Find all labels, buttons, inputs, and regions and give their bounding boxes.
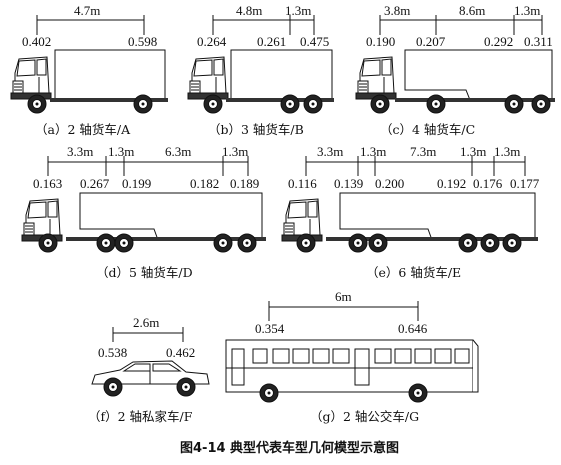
spacing-label: 1.3m bbox=[460, 144, 486, 159]
load-ratio-label: 0.462 bbox=[166, 345, 195, 360]
spacing-label: 4.8m bbox=[236, 3, 262, 18]
spacing-label: 3.3m bbox=[67, 144, 93, 159]
spacing-label: 7.3m bbox=[410, 144, 436, 159]
vehicle-caption: （g）2 轴公交车/G bbox=[310, 409, 419, 424]
vehicle-caption: （b）3 轴货车/B bbox=[208, 122, 304, 137]
load-ratio-label: 0.261 bbox=[257, 34, 286, 49]
load-ratio-label: 0.267 bbox=[80, 176, 110, 191]
spacing-label: 4.7m bbox=[74, 3, 100, 18]
truck-icon bbox=[21, 192, 266, 253]
spacing-label: 6m bbox=[335, 289, 352, 304]
bus-icon bbox=[225, 339, 479, 403]
load-ratio-label: 0.139 bbox=[334, 176, 363, 191]
truck-icon bbox=[10, 49, 168, 114]
vehicle-caption: （c）4 轴货车/C bbox=[380, 122, 475, 137]
load-ratio-label: 0.292 bbox=[484, 34, 513, 49]
spacing-label: 1.3m bbox=[360, 144, 386, 159]
spacing-label: 1.3m bbox=[222, 144, 248, 159]
spacing-label: 3.8m bbox=[384, 3, 410, 18]
load-ratio-label: 0.189 bbox=[230, 176, 259, 191]
vehicle-c: 3.8m 8.6m 1.3m 0.190 0.207 0.292 0.311 （… bbox=[355, 3, 555, 137]
spacing-label: 6.3m bbox=[165, 144, 191, 159]
truck-icon bbox=[187, 49, 334, 114]
vehicle-b: 4.8m 1.3m 0.264 0.261 0.475 （b）3 轴货车/B bbox=[187, 3, 334, 137]
load-ratio-label: 0.402 bbox=[22, 34, 51, 49]
vehicle-caption: （e）6 轴货车/E bbox=[366, 265, 461, 280]
load-ratio-label: 0.116 bbox=[288, 176, 317, 191]
load-ratio-label: 0.182 bbox=[190, 176, 219, 191]
load-ratio-label: 0.646 bbox=[398, 321, 428, 336]
load-ratio-label: 0.598 bbox=[128, 34, 157, 49]
load-ratio-label: 0.207 bbox=[416, 34, 446, 49]
vehicle-caption: （d）5 轴货车/D bbox=[96, 265, 193, 280]
dimension-line-d bbox=[47, 156, 249, 176]
car-icon bbox=[91, 360, 210, 397]
dimension-line-b bbox=[212, 15, 315, 35]
load-ratio-label: 0.311 bbox=[524, 34, 553, 49]
load-ratio-label: 0.192 bbox=[437, 176, 466, 191]
spacing-label: 3.3m bbox=[317, 144, 343, 159]
dimension-line-g bbox=[268, 301, 419, 321]
vehicle-a: 4.7m 0.402 0.598 （a）2 轴货车/A bbox=[10, 3, 168, 137]
spacing-label: 1.3m bbox=[514, 3, 540, 18]
load-ratio-label: 0.264 bbox=[197, 34, 227, 49]
figure: 4.7m 0.402 0.598 （a）2 轴货车/A 4.8m 1.3m 0.… bbox=[0, 0, 561, 465]
vehicle-f: 2.6m 0.538 0.462 （f）2 轴私家车/F bbox=[88, 315, 210, 424]
vehicle-d: 3.3m 1.3m 6.3m 1.3m 0.163 0.267 0.199 0.… bbox=[21, 144, 266, 280]
vehicle-g: 6m 0.354 0.646 （g）2 轴公交车/G bbox=[225, 289, 479, 424]
vehicle-caption: （f）2 轴私家车/F bbox=[88, 409, 193, 424]
spacing-label: 1.3m bbox=[108, 144, 134, 159]
load-ratio-label: 0.199 bbox=[122, 176, 151, 191]
load-ratio-label: 0.176 bbox=[473, 176, 503, 191]
load-ratio-label: 0.475 bbox=[300, 34, 329, 49]
load-ratio-label: 0.538 bbox=[98, 345, 127, 360]
load-ratio-label: 0.163 bbox=[33, 176, 62, 191]
truck-icon bbox=[355, 49, 555, 114]
dimension-line-e bbox=[305, 156, 526, 176]
spacing-label: 1.3m bbox=[285, 3, 311, 18]
truck-icon bbox=[281, 192, 538, 253]
figure-title: 图4-14 典型代表车型几何模型示意图 bbox=[180, 440, 399, 456]
vehicle-e: 3.3m 1.3m 7.3m 1.3m 1.3m 0.116 0.139 0.2… bbox=[281, 144, 540, 280]
spacing-label: 2.6m bbox=[133, 315, 159, 330]
load-ratio-label: 0.177 bbox=[510, 176, 540, 191]
load-ratio-label: 0.354 bbox=[255, 321, 285, 336]
spacing-label: 1.3m bbox=[494, 144, 520, 159]
load-ratio-label: 0.200 bbox=[375, 176, 404, 191]
dimension-line-c bbox=[379, 15, 543, 35]
dimension-line-a bbox=[36, 15, 145, 35]
vehicle-caption: （a）2 轴货车/A bbox=[35, 122, 131, 137]
spacing-label: 8.6m bbox=[459, 3, 485, 18]
load-ratio-label: 0.190 bbox=[366, 34, 395, 49]
